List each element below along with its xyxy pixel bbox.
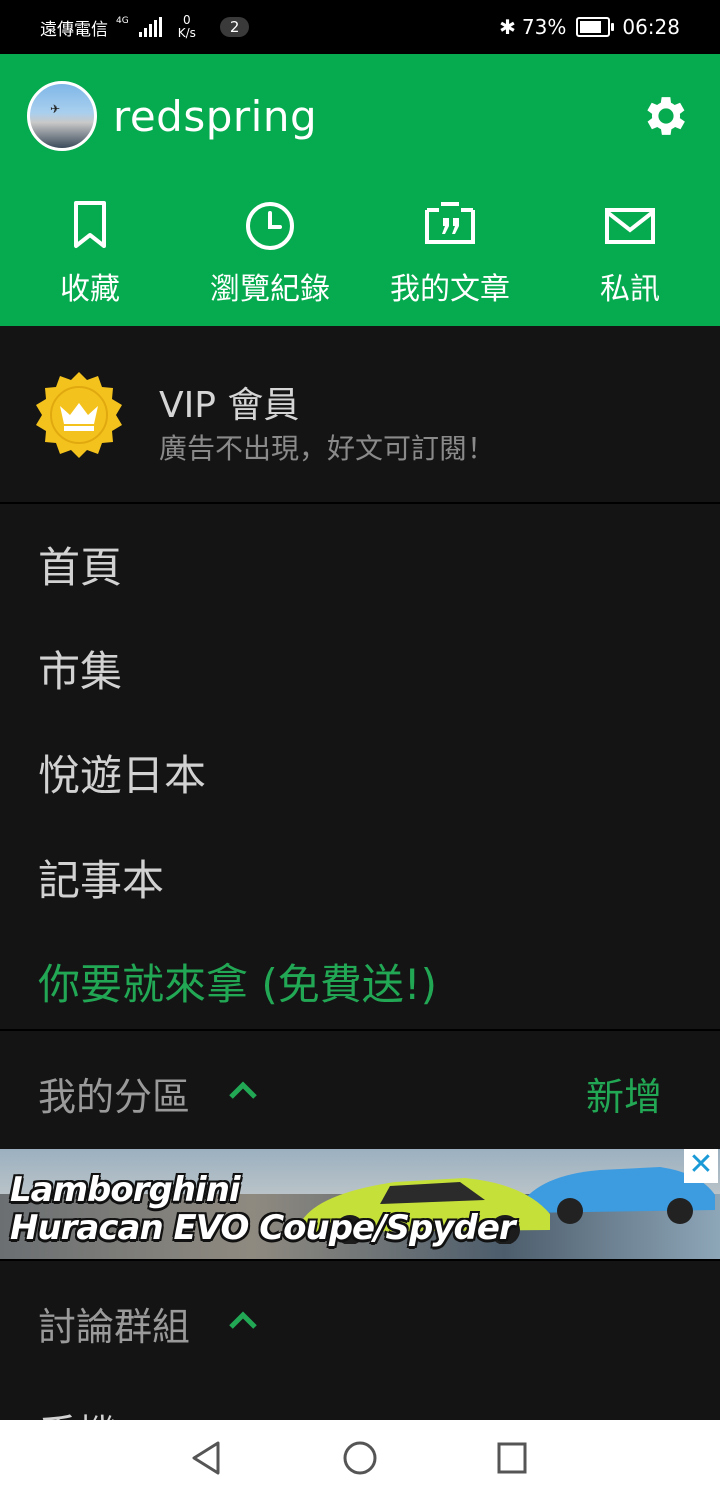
battery-percent: 73% [521,15,567,39]
mail-icon [605,208,655,244]
battery-icon [576,17,615,37]
chevron-up-icon[interactable] [228,1310,258,1330]
quick-action-my-articles[interactable]: 我的文章 [365,200,535,308]
home-icon[interactable] [342,1440,378,1476]
vip-banner[interactable]: VIP 會員 廣告不出現，好文可訂閱！ [0,326,720,504]
quick-action-history[interactable]: 瀏覽紀錄 [185,200,355,308]
quick-action-bookmarks[interactable]: 收藏 [5,200,175,308]
section-title[interactable]: 討論群組 [38,1296,190,1351]
carrier-name: 遠傳電信 [40,19,108,40]
status-bar: 遠傳電信 4G 0 K/s 2 ✱ 73% 06:28 [0,0,720,54]
network-type: 4G [116,15,129,26]
menu-item-home[interactable]: 首頁 [38,534,122,595]
add-board-button[interactable]: 新增 [586,1066,662,1121]
ad-line-2: Huracan EVO Coupe/Spyder [10,1208,516,1248]
speed-value: 0 [182,13,191,27]
quick-action-label: 瀏覽紀錄 [210,272,330,307]
quick-action-label: 收藏 [60,272,120,307]
recents-icon[interactable] [496,1440,528,1476]
vip-title: VIP 會員 [159,385,300,426]
ad-line-1: Lamborghini [10,1170,241,1210]
speed-unit: K/s [177,26,196,40]
quick-action-messages[interactable]: 私訊 [545,200,715,308]
back-icon[interactable] [190,1440,222,1476]
close-icon[interactable]: ✕ [684,1149,718,1183]
signal-icon [138,17,162,37]
system-nav-bar [0,1420,720,1496]
username[interactable]: redspring [113,92,317,141]
menu-item-market[interactable]: 市集 [38,638,122,699]
clock: 06:28 [622,15,680,39]
quick-actions: 收藏 瀏覽紀錄 我的文章 私訊 [0,200,720,310]
profile-header: ✈ redspring 收藏 瀏覽紀錄 我的文章 私訊 [0,54,720,326]
menu-item-notebook[interactable]: 記事本 [38,847,164,908]
bookmark-icon [74,201,106,248]
quick-action-label: 私訊 [600,272,660,307]
network-speed: 0 K/s [178,14,196,40]
ad-text: Lamborghini Huracan EVO Coupe/Spyder [10,1170,516,1248]
divider [0,1029,720,1031]
quick-action-label: 我的文章 [390,272,510,307]
avatar-image: ✈ [50,102,61,116]
notification-count: 2 [219,17,250,37]
section-discussion-groups: 討論群組 [0,1272,720,1372]
clock-icon [246,202,294,250]
divider [0,1259,720,1261]
ad-banner[interactable]: Lamborghini Huracan EVO Coupe/Spyder ✕ [0,1149,720,1259]
section-title[interactable]: 我的分區 [38,1066,190,1121]
menu-item-free-giveaway[interactable]: 你要就來拿 (免費送!) [38,951,437,1012]
section-my-boards: 我的分區 新增 [0,1042,720,1142]
menu-item-japan-travel[interactable]: 悅遊日本 [38,742,206,803]
avatar[interactable]: ✈ [27,81,97,151]
vip-subtitle: 廣告不出現，好文可訂閱！ [159,432,496,465]
gear-icon[interactable] [640,90,692,142]
quote-icon [425,202,475,244]
chevron-up-icon[interactable] [228,1080,258,1100]
crown-badge-icon [36,372,122,458]
bluetooth-icon: ✱ [499,15,516,39]
